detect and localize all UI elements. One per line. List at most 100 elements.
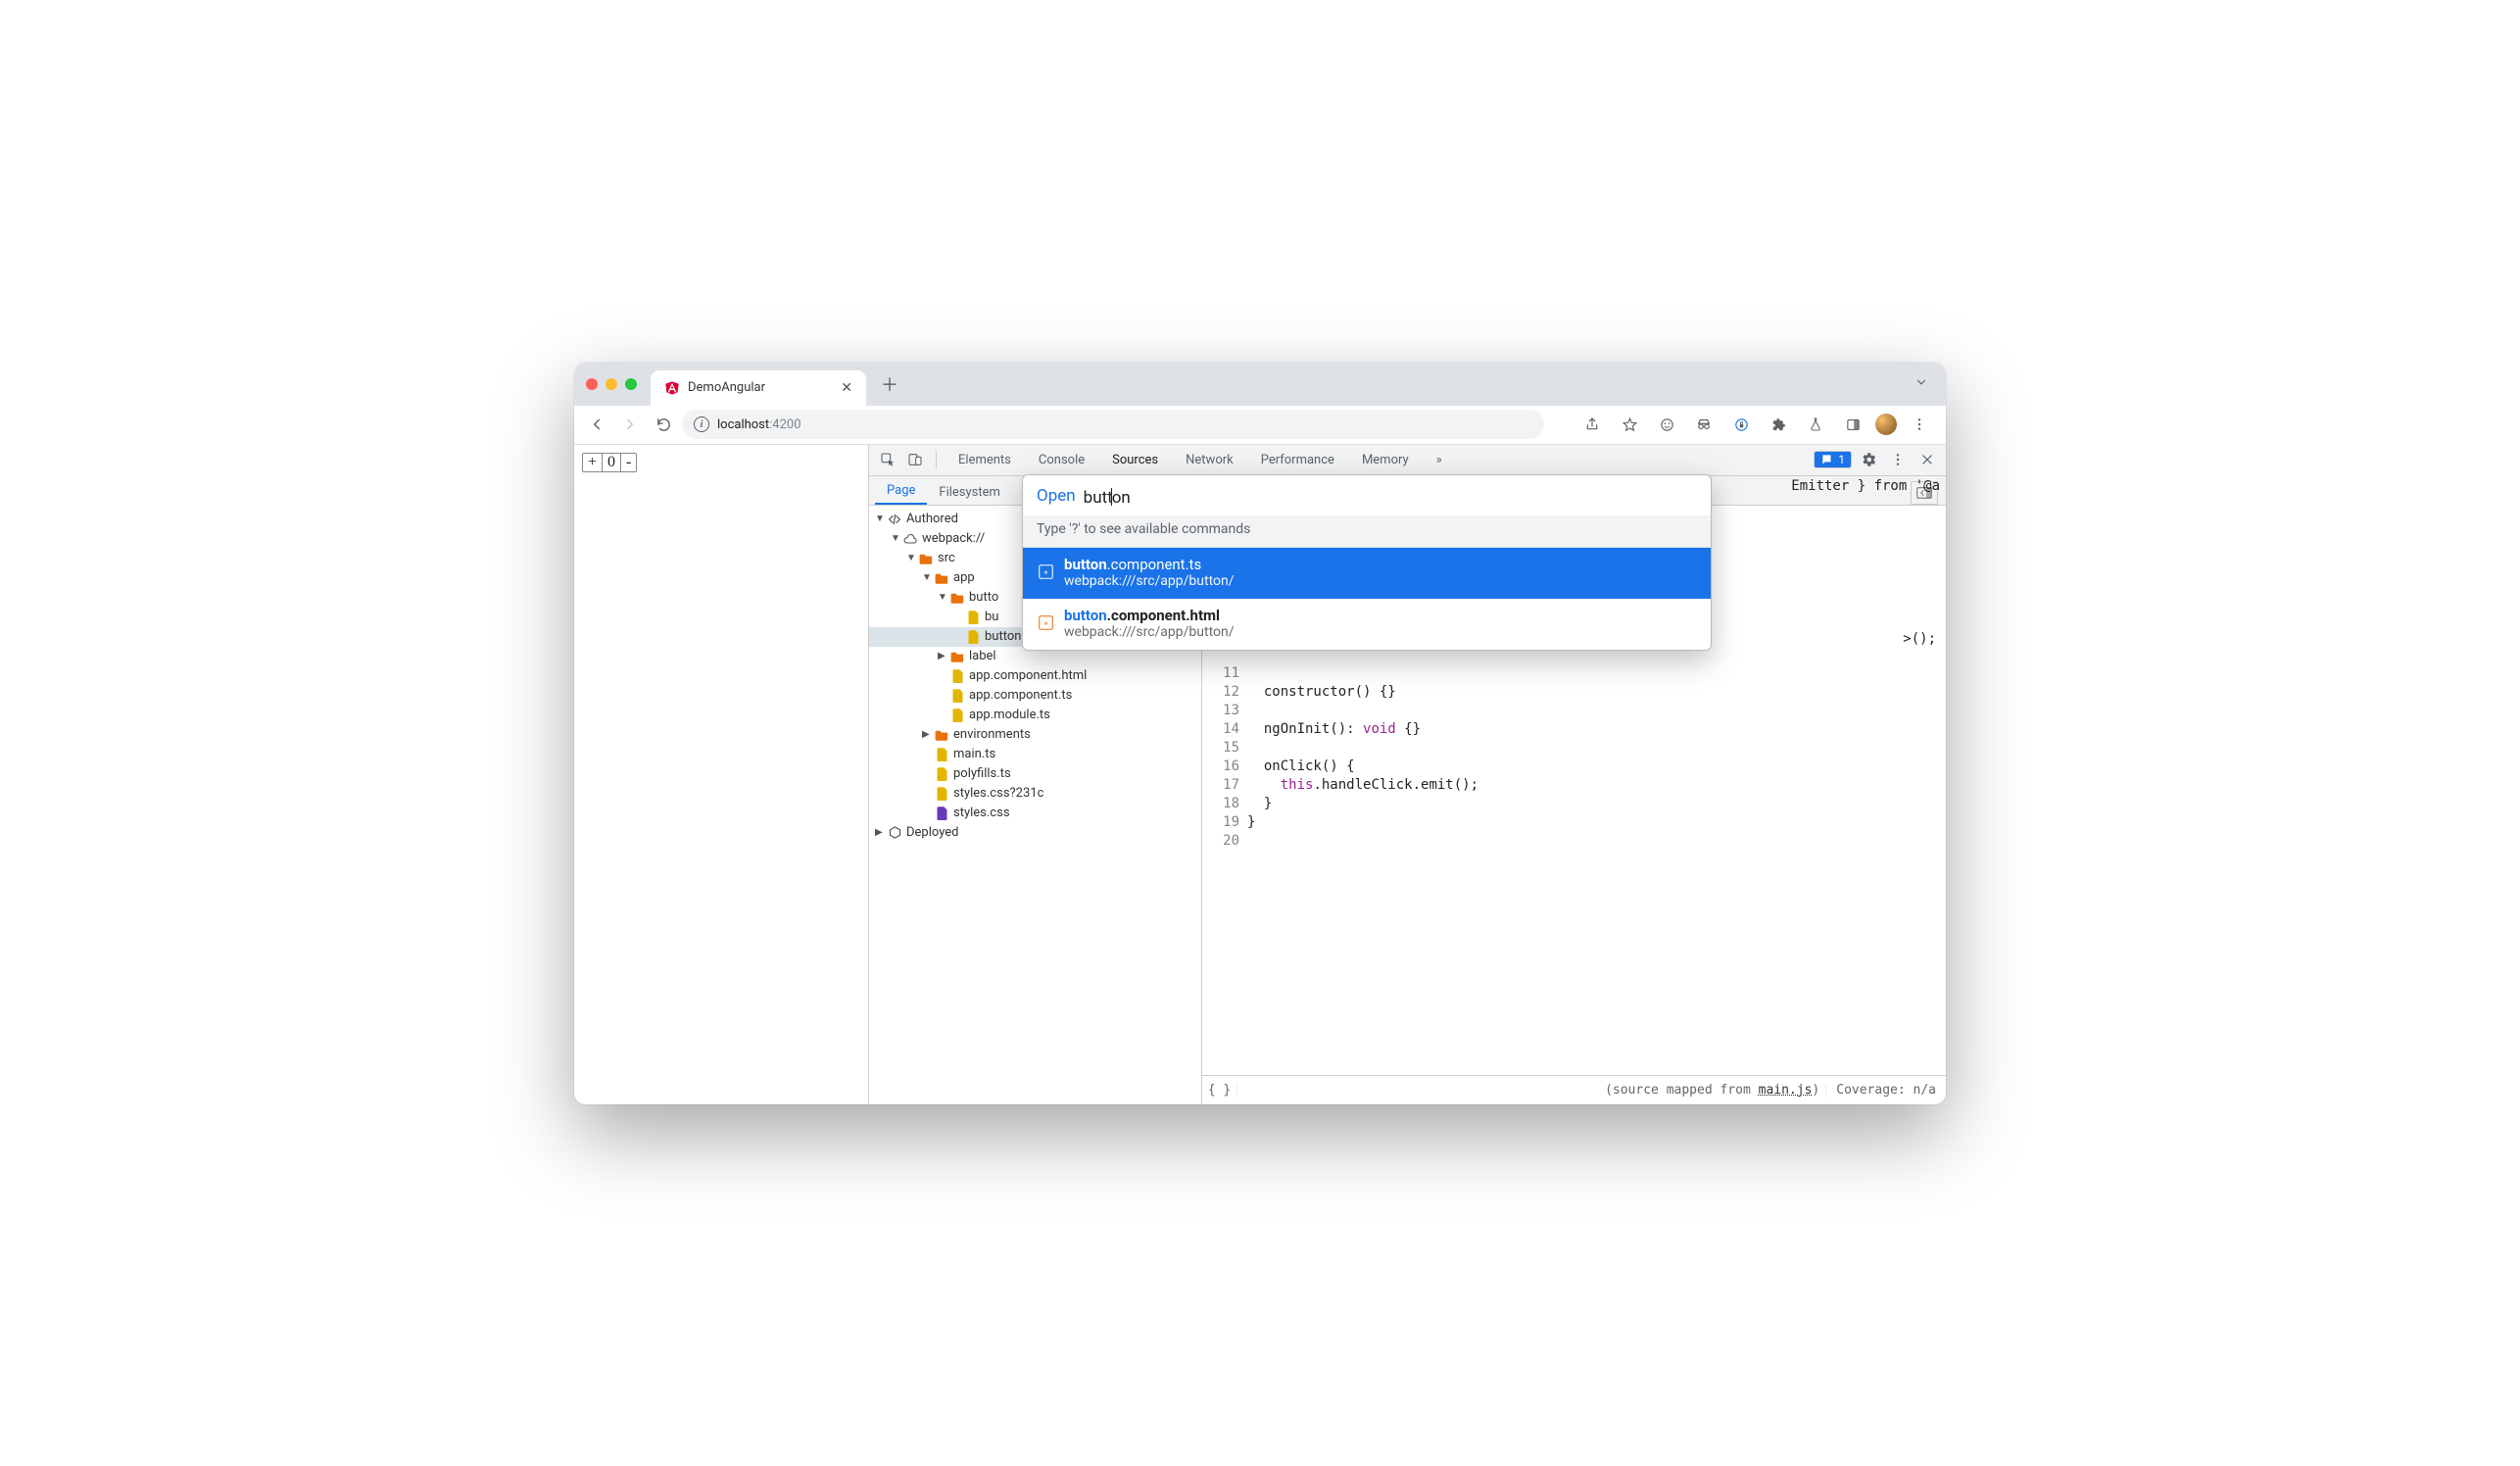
tree-app-component-ts[interactable]: app.component.ts <box>869 686 1201 706</box>
tab-title: DemoAngular <box>688 380 765 395</box>
extension-flask-icon[interactable] <box>1801 410 1830 439</box>
line-gutter: 11 12 13 14 15 16 17 18 19 20 <box>1202 664 1247 1075</box>
panel-elements[interactable]: Elements <box>945 448 1025 472</box>
file-icon <box>934 747 949 762</box>
tab-list-chevron-icon[interactable] <box>1914 375 1928 393</box>
file-icon <box>949 708 965 723</box>
close-window-icon[interactable] <box>586 378 598 390</box>
devtools-settings-icon[interactable] <box>1856 447 1881 472</box>
open-file-input-row[interactable]: Open button <box>1023 475 1711 515</box>
address-bar[interactable]: i localhost:4200 <box>682 410 1544 439</box>
svg-text:⋄: ⋄ <box>1043 568 1048 577</box>
window-controls[interactable] <box>586 378 637 390</box>
file-icon <box>934 766 949 782</box>
device-toolbar-icon[interactable] <box>902 447 928 472</box>
profile-avatar[interactable] <box>1875 414 1897 435</box>
tree-styles[interactable]: styles.css <box>869 804 1201 823</box>
code-peek: Emitter } from '@a <box>1791 478 1940 494</box>
forward-button[interactable] <box>615 410 645 439</box>
devtools-close-icon[interactable] <box>1914 447 1940 472</box>
file-icon <box>949 688 965 704</box>
site-info-icon[interactable]: i <box>694 416 709 432</box>
folder-icon <box>949 590 965 606</box>
editor-footer: { } (source mapped from main.js) Coverag… <box>1202 1075 1946 1104</box>
file-icon <box>934 806 949 821</box>
panel-sources[interactable]: Sources <box>1098 448 1172 472</box>
cloud-icon <box>902 531 918 547</box>
open-file-dialog: Open button Type '?' to see available co… <box>1022 474 1712 651</box>
open-label: Open <box>1037 486 1076 506</box>
cube-icon <box>887 825 902 841</box>
code-icon <box>887 512 902 527</box>
emitter-tail: >(); <box>1903 631 1936 647</box>
subtab-filesystem[interactable]: Filesystem <box>927 479 1012 505</box>
issues-counter[interactable]: 1 <box>1814 451 1852 468</box>
tree-styles-q[interactable]: styles.css?231c <box>869 784 1201 804</box>
devtools: Elements Console Sources Network Perform… <box>868 445 1946 1104</box>
file-icon <box>965 629 981 645</box>
panel-performance[interactable]: Performance <box>1247 448 1348 472</box>
page-viewport: + 0 - <box>574 445 868 1104</box>
devtools-menu-icon[interactable] <box>1885 447 1911 472</box>
counter-plus[interactable]: + <box>583 454 603 471</box>
angular-favicon-icon <box>664 380 680 396</box>
tree-main-ts[interactable]: main.ts <box>869 745 1201 764</box>
tree-app-component-html[interactable]: app.component.html <box>869 666 1201 686</box>
svg-text:⋄: ⋄ <box>1043 619 1048 628</box>
side-panel-icon[interactable] <box>1838 410 1867 439</box>
issues-count: 1 <box>1838 453 1845 466</box>
url-text: localhost:4200 <box>717 417 801 432</box>
folder-icon <box>949 649 965 664</box>
devtools-toolbar: Elements Console Sources Network Perform… <box>869 445 1946 476</box>
browser-tab[interactable]: DemoAngular ✕ <box>651 370 866 406</box>
folder-icon <box>934 727 949 743</box>
folder-icon <box>934 570 949 586</box>
html-file-icon: ⋄ <box>1037 614 1054 632</box>
file-icon <box>965 610 981 625</box>
extensions-puzzle-icon[interactable] <box>1764 410 1793 439</box>
coverage-label: Coverage: n/a <box>1825 1083 1946 1098</box>
extension-lock-blue-icon[interactable] <box>1726 410 1756 439</box>
counter-minus[interactable]: - <box>621 454 636 471</box>
tree-app-module-ts[interactable]: app.module.ts <box>869 706 1201 725</box>
extension-incognito-icon[interactable] <box>1689 410 1719 439</box>
source-map-link[interactable]: main.js <box>1759 1083 1813 1098</box>
toolbar-right <box>1577 410 1938 439</box>
share-icon[interactable] <box>1577 410 1607 439</box>
panel-network[interactable]: Network <box>1172 448 1247 472</box>
open-query[interactable]: button <box>1084 485 1131 508</box>
back-button[interactable] <box>582 410 611 439</box>
tree-environments[interactable]: ▶ environments <box>869 725 1201 745</box>
zoom-window-icon[interactable] <box>625 378 637 390</box>
panel-memory[interactable]: Memory <box>1348 448 1423 472</box>
chrome-menu-icon[interactable] <box>1905 410 1934 439</box>
counter-value: 0 <box>603 454 621 471</box>
file-icon <box>949 668 965 684</box>
browser-window: DemoAngular ✕ ＋ i localhost:4200 <box>574 363 1946 1104</box>
pretty-print-icon[interactable]: { } <box>1202 1083 1237 1098</box>
ts-file-icon: ⋄ <box>1037 563 1054 581</box>
code-lines[interactable]: constructor() {} ngOnInit(): void {} onC… <box>1247 664 1946 1075</box>
subtab-page[interactable]: Page <box>875 477 927 505</box>
source-map-info: (source mapped from main.js) <box>1605 1083 1825 1098</box>
panel-console[interactable]: Console <box>1025 448 1098 472</box>
open-hint: Type '?' to see available commands <box>1023 515 1711 548</box>
more-panels-icon[interactable]: » <box>1423 448 1456 472</box>
folder-icon <box>918 551 934 566</box>
tree-polyfills-ts[interactable]: polyfills.ts <box>869 764 1201 784</box>
open-result-1[interactable]: ⋄ button.component.html webpack:///src/a… <box>1023 599 1711 650</box>
tab-strip: DemoAngular ✕ ＋ <box>574 363 1946 406</box>
tab-close-icon[interactable]: ✕ <box>841 380 852 396</box>
devtools-panels: Elements Console Sources Network Perform… <box>945 448 1456 472</box>
minimize-window-icon[interactable] <box>606 378 617 390</box>
counter-widget[interactable]: + 0 - <box>582 453 637 472</box>
file-icon <box>934 786 949 802</box>
browser-toolbar: i localhost:4200 <box>574 406 1946 445</box>
bookmark-star-icon[interactable] <box>1615 410 1644 439</box>
open-result-0[interactable]: ⋄ button.component.ts webpack:///src/app… <box>1023 548 1711 599</box>
inspect-element-icon[interactable] <box>875 447 900 472</box>
reload-button[interactable] <box>649 410 678 439</box>
tree-deployed[interactable]: ▶ Deployed <box>869 823 1201 843</box>
extension-face-icon[interactable] <box>1652 410 1681 439</box>
new-tab-button[interactable]: ＋ <box>876 370 903 398</box>
